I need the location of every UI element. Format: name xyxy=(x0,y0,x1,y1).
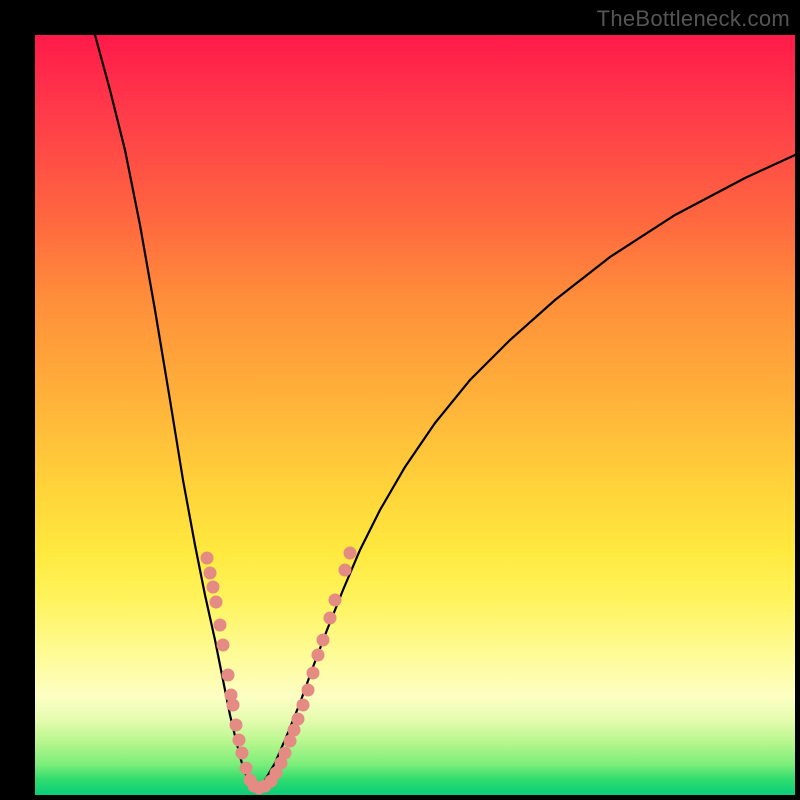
data-point-marker xyxy=(204,567,216,579)
data-point-marker xyxy=(317,634,329,646)
data-point-marker xyxy=(201,552,213,564)
data-point-marker xyxy=(233,734,245,746)
data-point-marker xyxy=(279,747,291,759)
curve-layer xyxy=(35,35,795,795)
data-point-marker xyxy=(210,596,222,608)
data-point-marker xyxy=(227,699,239,711)
data-point-marker xyxy=(207,581,219,593)
data-point-marker xyxy=(292,713,304,725)
data-point-marker xyxy=(297,699,309,711)
data-point-marker xyxy=(307,667,319,679)
data-point-marker xyxy=(217,639,229,651)
data-point-marker xyxy=(302,684,314,696)
data-point-marker xyxy=(344,547,356,559)
data-point-marker xyxy=(230,719,242,731)
right-ascending-curve xyxy=(255,155,795,788)
data-point-marker xyxy=(240,762,252,774)
data-point-marker xyxy=(222,669,234,681)
data-point-marker xyxy=(214,619,226,631)
data-point-marker xyxy=(339,564,351,576)
data-point-marker xyxy=(329,594,341,606)
data-point-marker xyxy=(288,724,300,736)
data-point-marker xyxy=(312,649,324,661)
data-point-marker xyxy=(284,735,296,747)
data-point-marker xyxy=(324,612,336,624)
chart-frame: TheBottleneck.com xyxy=(0,0,800,800)
data-point-marker xyxy=(236,747,248,759)
plot-area xyxy=(35,35,795,795)
watermark-text: TheBottleneck.com xyxy=(597,6,790,32)
